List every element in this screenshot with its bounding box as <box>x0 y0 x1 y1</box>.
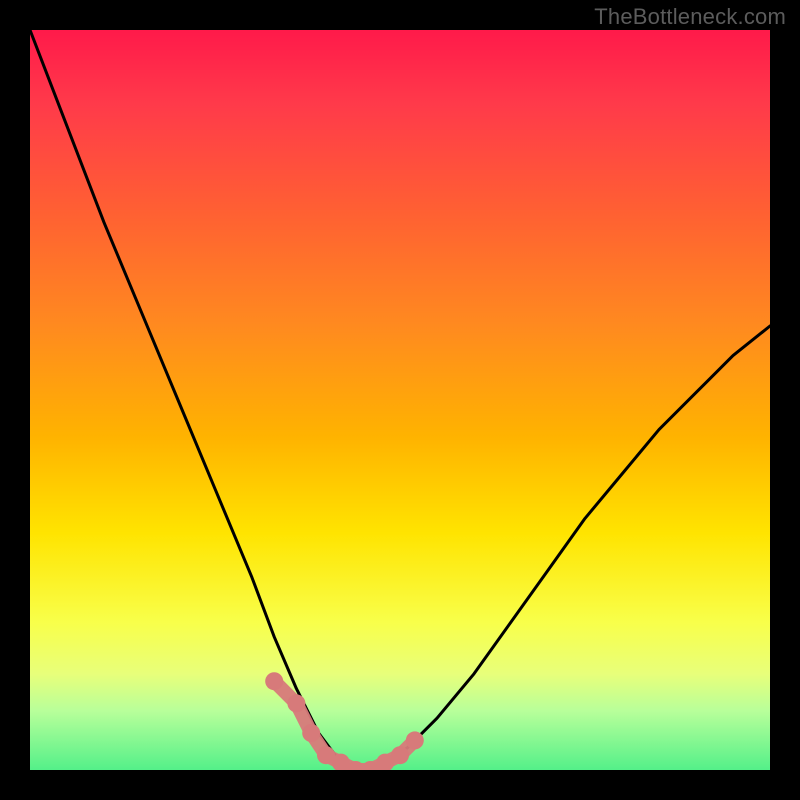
marker-dot <box>317 746 335 764</box>
marker-dot <box>406 731 424 749</box>
marker-dot <box>265 672 283 690</box>
marker-dot <box>347 761 365 770</box>
marker-dot <box>302 724 320 742</box>
marker-dot <box>287 694 305 712</box>
chart-frame: TheBottleneck.com <box>0 0 800 800</box>
marker-dot <box>332 754 350 770</box>
gradient-background <box>30 30 770 770</box>
watermark-text: TheBottleneck.com <box>594 4 786 30</box>
marker-dot <box>361 761 379 770</box>
bottleneck-curve <box>30 30 770 770</box>
curve-path <box>30 30 770 770</box>
marker-dot <box>391 746 409 764</box>
marker-dot <box>376 754 394 770</box>
marker-underline <box>274 681 415 770</box>
